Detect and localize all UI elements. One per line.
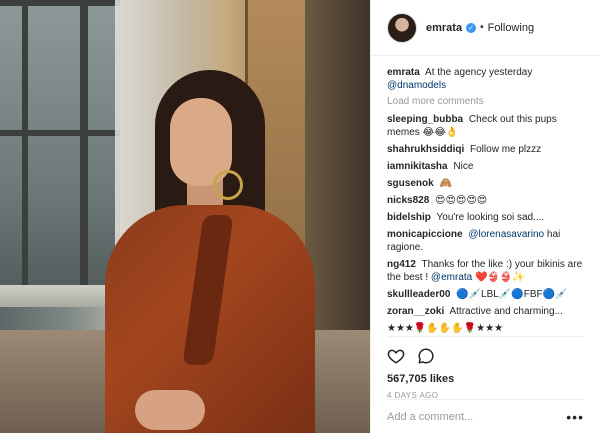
action-icons (387, 345, 584, 367)
add-comment-input[interactable] (387, 410, 557, 423)
photo-window (0, 0, 120, 300)
caption-mention[interactable]: @dnamodels (387, 80, 446, 91)
comment-text: You're looking soi sad.... (436, 212, 545, 223)
comment-username[interactable]: bidelship (387, 212, 431, 223)
comment-item: monicapiccione @lorenasavarino hai ragio… (387, 228, 584, 254)
following-button[interactable]: Following (488, 22, 534, 34)
post-photo[interactable] (0, 0, 370, 433)
comment-text: 😍😍😍😍😍 (435, 195, 488, 206)
comment-text: Attractive and charming... (449, 306, 563, 317)
caption: emrata At the agency yesterday @dnamodel… (387, 66, 584, 92)
post-actions: 567,705 likes 4 DAYS AGO (387, 336, 584, 400)
comment-item: shahrukhsiddiqi Follow me plzzz (387, 143, 584, 156)
comment-item: nicks828 😍😍😍😍😍 (387, 194, 584, 207)
post-header: emrata ✓ • Following (371, 0, 600, 56)
comment-username[interactable]: zoran__zoki (387, 306, 444, 317)
comment-item: bidelship You're looking soi sad.... (387, 211, 584, 224)
comment-username[interactable]: monicapiccione (387, 229, 463, 240)
comment-text: Follow me plzzz (470, 144, 542, 155)
comment-item: ★★★🌹✋✋✋🌹★★★ (387, 322, 584, 335)
header-separator: • (480, 22, 484, 33)
comment-text: Nice (453, 161, 474, 172)
comment-item: sgusenok 🙈 (387, 177, 584, 190)
comment-username[interactable]: iamnikitasha (387, 161, 448, 172)
comment-item: sleeping_bubba Check out this pups memes… (387, 113, 584, 139)
comment-text: 🙈 (439, 178, 452, 189)
comment-username[interactable]: ng412 (387, 259, 416, 270)
caption-username[interactable]: emrata (387, 67, 420, 78)
more-options-icon[interactable]: ••• (566, 410, 584, 424)
comment-username[interactable]: skullleader00 (387, 289, 450, 300)
heart-icon[interactable] (387, 347, 405, 365)
comment-item: skullleader00 🔵💉LBL💉🔵FBF🔵💉 (387, 288, 584, 301)
verified-badge-icon: ✓ (466, 22, 477, 33)
profile-avatar[interactable] (387, 12, 417, 43)
comment-item: zoran__zoki Attractive and charming... (387, 305, 584, 318)
post-side-panel: emrata ✓ • Following emrata At the agenc… (370, 0, 600, 433)
comment-text: 🔵💉LBL💉🔵FBF🔵💉 (456, 289, 568, 300)
comment-username[interactable]: nicks828 (387, 195, 429, 206)
comment-username[interactable]: shahrukhsiddiqi (387, 144, 464, 155)
load-more-comments-link[interactable]: Load more comments (387, 96, 584, 107)
comment-username[interactable]: sgusenok (387, 178, 434, 189)
comment-mention[interactable]: @lorenasavarino (468, 229, 544, 240)
likes-count[interactable]: 567,705 likes (387, 373, 584, 385)
comments-list: emrata At the agency yesterday @dnamodel… (371, 58, 600, 336)
comment-text: ★★★🌹✋✋✋🌹★★★ (387, 323, 504, 334)
post-modal: emrata ✓ • Following emrata At the agenc… (0, 0, 600, 433)
photo-subject (105, 70, 315, 433)
comment-icon[interactable] (417, 347, 435, 365)
header-username[interactable]: emrata (426, 22, 462, 34)
comment-item: iamnikitasha Nice (387, 160, 584, 173)
comment-item: ng412 Thanks for the like :) your bikini… (387, 258, 584, 284)
caption-text: At the agency yesterday (425, 67, 533, 78)
comment-username[interactable]: sleeping_bubba (387, 114, 463, 125)
comment-emoji: ❤️👙👙✨ (474, 272, 525, 283)
add-comment-bar: ••• (387, 399, 584, 433)
comment-mention[interactable]: @emrata (431, 272, 472, 283)
